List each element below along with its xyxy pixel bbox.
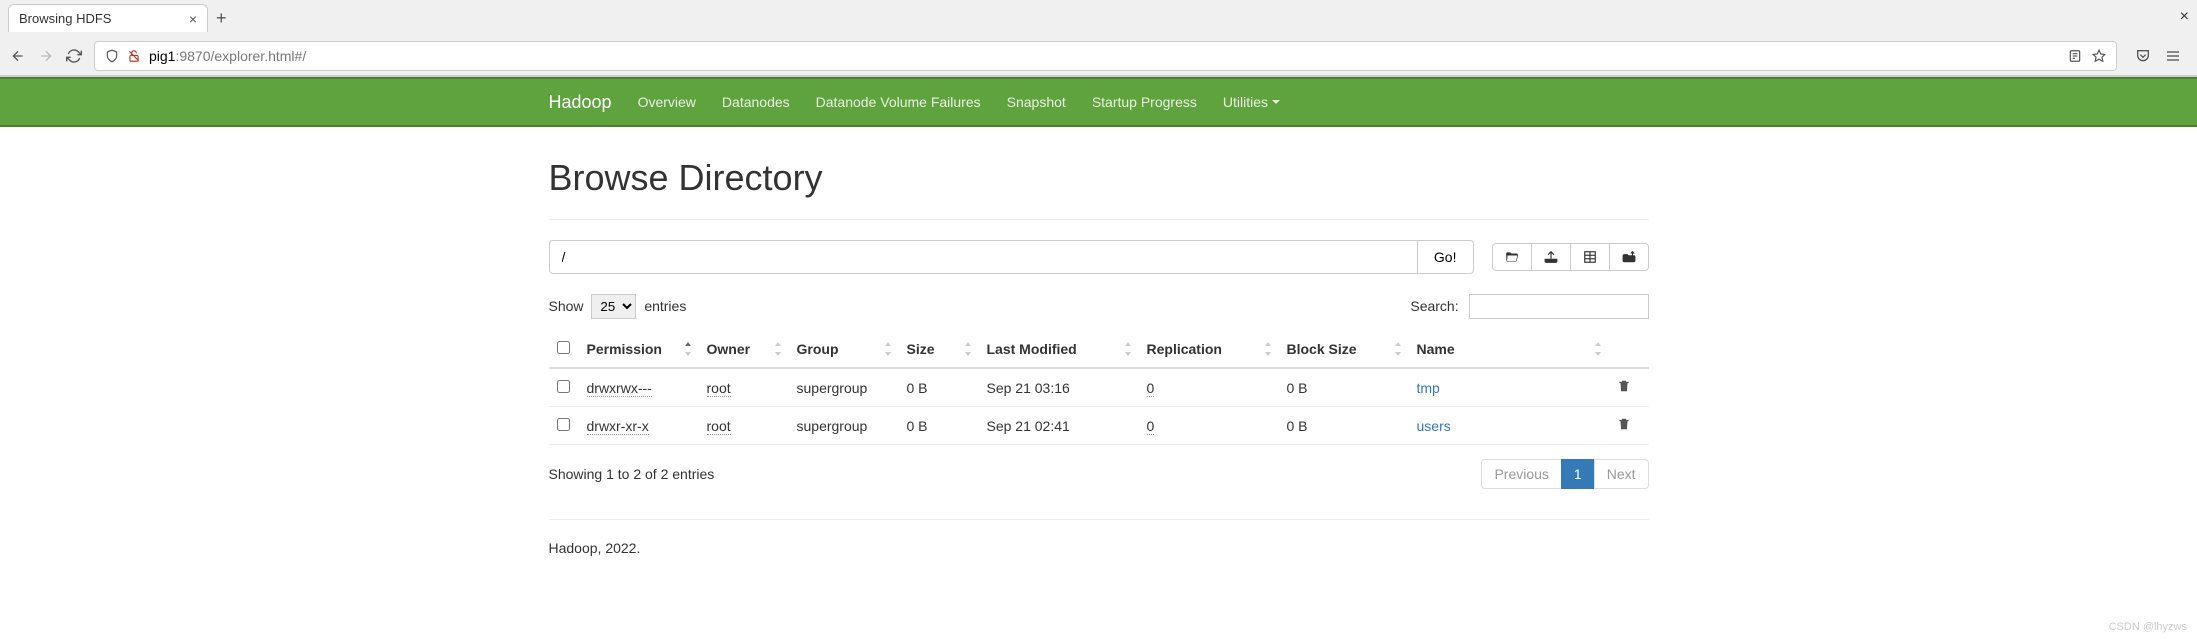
name-link[interactable]: users — [1417, 418, 1451, 434]
tab-bar: Browsing HDFS × + × — [0, 0, 2197, 36]
new-tab-button[interactable]: + — [216, 8, 227, 29]
page-1-button[interactable]: 1 — [1561, 459, 1595, 489]
nav-datanodes[interactable]: Datanodes — [722, 94, 790, 110]
main-container: Browse Directory Go! Show 25 — [549, 127, 1649, 586]
arrow-right-icon — [38, 48, 54, 64]
block-size-cell: 0 B — [1287, 380, 1308, 396]
back-button[interactable] — [10, 48, 26, 64]
bookmark-star-icon[interactable] — [2092, 49, 2106, 63]
page-title: Browse Directory — [549, 157, 1649, 199]
lock-insecure-icon — [127, 49, 141, 63]
browser-tab[interactable]: Browsing HDFS × — [8, 4, 208, 32]
window-close-button[interactable]: × — [2180, 8, 2189, 26]
new-folder-button[interactable] — [1492, 243, 1532, 271]
owner-cell: root — [707, 418, 731, 435]
sort-icon[interactable] — [963, 342, 973, 356]
search-input[interactable] — [1469, 294, 1649, 319]
table-row: drwxrwx--- root supergroup 0 B Sep 21 03:16 0… — [549, 368, 1649, 407]
cut-button[interactable] — [1570, 243, 1610, 271]
next-button[interactable]: Next — [1594, 459, 1649, 489]
forward-button[interactable] — [38, 48, 54, 64]
pocket-icon[interactable] — [2135, 48, 2151, 64]
replication-cell: 0 — [1147, 380, 1155, 397]
nav-utilities[interactable]: Utilities — [1223, 94, 1280, 110]
go-button[interactable]: Go! — [1418, 240, 1474, 274]
sort-icon[interactable] — [1393, 342, 1403, 356]
sort-icon[interactable] — [883, 342, 893, 356]
page-footer: Hadoop, 2022. — [549, 519, 1649, 556]
nav-overview[interactable]: Overview — [638, 94, 696, 110]
toolbar-buttons — [1492, 243, 1649, 271]
watermark: CSDN @lhyzws — [2109, 621, 2187, 633]
close-tab-icon[interactable]: × — [189, 12, 197, 26]
path-row: Go! — [549, 240, 1649, 274]
sort-icon[interactable] — [683, 342, 693, 356]
reload-icon — [66, 48, 82, 64]
table-icon — [1583, 250, 1597, 264]
browser-nav-bar: pig1:9870/explorer.html#/ — [0, 36, 2197, 76]
table-info: Showing 1 to 2 of 2 entries — [549, 466, 715, 482]
replication-cell: 0 — [1147, 418, 1155, 435]
arrow-left-icon — [10, 48, 26, 64]
table-controls: Show 25 entries Search: — [549, 294, 1649, 319]
directory-table: Permission Owner Group Size Last Modifie… — [549, 331, 1649, 445]
chevron-down-icon — [1272, 100, 1280, 104]
reload-button[interactable] — [66, 48, 82, 64]
row-checkbox[interactable] — [557, 380, 570, 393]
upload-icon — [1544, 250, 1558, 264]
size-cell: 0 B — [907, 380, 928, 396]
browser-right-controls — [2129, 48, 2187, 64]
delete-icon[interactable] — [1617, 380, 1631, 396]
modified-cell: Sep 21 03:16 — [987, 380, 1070, 396]
nav-startup-progress[interactable]: Startup Progress — [1092, 94, 1197, 110]
size-cell: 0 B — [907, 418, 928, 434]
permission-cell: drwxrwx--- — [587, 380, 652, 397]
paste-button[interactable] — [1609, 243, 1649, 271]
nav-snapshot[interactable]: Snapshot — [1007, 94, 1066, 110]
sort-icon[interactable] — [1263, 342, 1273, 356]
nav-datanode-volume-failures[interactable]: Datanode Volume Failures — [816, 94, 981, 110]
search-box: Search: — [1410, 294, 1648, 319]
delete-icon[interactable] — [1617, 418, 1631, 434]
group-cell: supergroup — [797, 418, 868, 434]
brand[interactable]: Hadoop — [549, 92, 612, 113]
row-checkbox[interactable] — [557, 418, 570, 431]
permission-cell: drwxr-xr-x — [587, 418, 649, 435]
table-row: drwxr-xr-x root supergroup 0 B Sep 21 02:41 0… — [549, 407, 1649, 445]
sort-icon[interactable] — [1123, 342, 1133, 356]
reader-mode-icon[interactable] — [2068, 49, 2082, 63]
name-link[interactable]: tmp — [1417, 380, 1440, 396]
folder-open-icon — [1505, 250, 1519, 264]
upload-button[interactable] — [1531, 243, 1571, 271]
tab-title: Browsing HDFS — [19, 11, 181, 26]
sort-icon[interactable] — [1593, 342, 1603, 356]
paste-icon — [1622, 250, 1636, 264]
url-text: pig1:9870/explorer.html#/ — [149, 48, 306, 64]
page-size-select[interactable]: 25 — [591, 294, 636, 319]
browser-chrome: Browsing HDFS × + × pig1:9870/explorer.h… — [0, 0, 2197, 77]
group-cell: supergroup — [797, 380, 868, 396]
modified-cell: Sep 21 02:41 — [987, 418, 1070, 434]
url-bar[interactable]: pig1:9870/explorer.html#/ — [94, 41, 2117, 71]
shield-icon — [105, 49, 119, 63]
path-input[interactable] — [549, 240, 1418, 274]
previous-button[interactable]: Previous — [1481, 459, 1561, 489]
divider — [549, 219, 1649, 220]
show-entries: Show 25 entries — [549, 294, 687, 319]
app-nav: Hadoop Overview Datanodes Datanode Volum… — [0, 77, 2197, 127]
owner-cell: root — [707, 380, 731, 397]
menu-icon[interactable] — [2165, 48, 2181, 64]
block-size-cell: 0 B — [1287, 418, 1308, 434]
select-all-checkbox[interactable] — [557, 341, 570, 354]
sort-icon[interactable] — [773, 342, 783, 356]
pagination: Previous 1 Next — [1482, 459, 1648, 489]
table-footer: Showing 1 to 2 of 2 entries Previous 1 N… — [549, 459, 1649, 489]
